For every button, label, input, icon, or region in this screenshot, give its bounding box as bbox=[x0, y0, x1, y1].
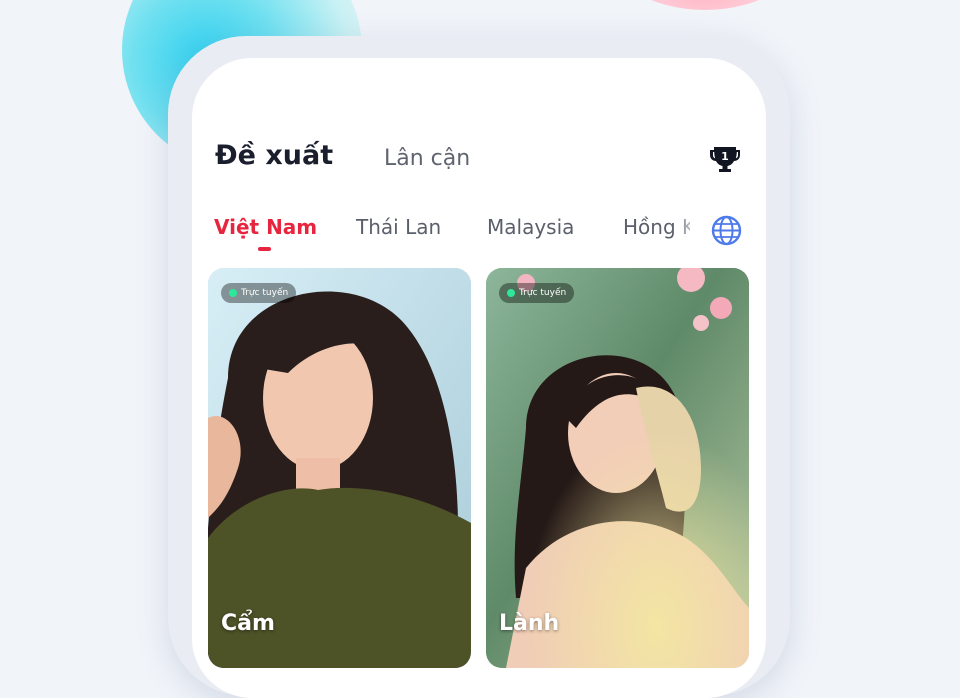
profile-photo bbox=[486, 268, 749, 668]
profile-name: Cẩm bbox=[221, 611, 275, 636]
profile-card[interactable]: Trực tuyến Cẩm bbox=[208, 268, 471, 668]
region-tab-vietnam[interactable]: Việt Nam bbox=[214, 215, 317, 239]
active-region-indicator bbox=[258, 247, 271, 251]
region-scroll-fade bbox=[672, 206, 716, 250]
background-blob-pink bbox=[600, 0, 810, 10]
online-status-badge: Trực tuyến bbox=[221, 283, 297, 303]
tab-nearby[interactable]: Lân cận bbox=[384, 146, 470, 171]
profile-card[interactable]: Trực tuyến Lành bbox=[486, 268, 749, 668]
trophy-icon[interactable]: 1 bbox=[708, 142, 742, 176]
online-dot bbox=[229, 289, 237, 297]
region-tab-thailand[interactable]: Thái Lan bbox=[356, 215, 441, 239]
region-tab-malaysia[interactable]: Malaysia bbox=[487, 215, 574, 239]
profile-name: Lành bbox=[499, 611, 560, 636]
trophy-rank: 1 bbox=[721, 150, 729, 163]
online-status-label: Trực tuyến bbox=[519, 288, 567, 298]
tab-recommended[interactable]: Đề xuất bbox=[215, 140, 333, 171]
profile-photo bbox=[208, 268, 471, 668]
online-dot bbox=[507, 289, 515, 297]
globe-icon[interactable] bbox=[711, 215, 742, 246]
online-status-badge: Trực tuyến bbox=[499, 283, 575, 303]
online-status-label: Trực tuyến bbox=[241, 288, 289, 298]
